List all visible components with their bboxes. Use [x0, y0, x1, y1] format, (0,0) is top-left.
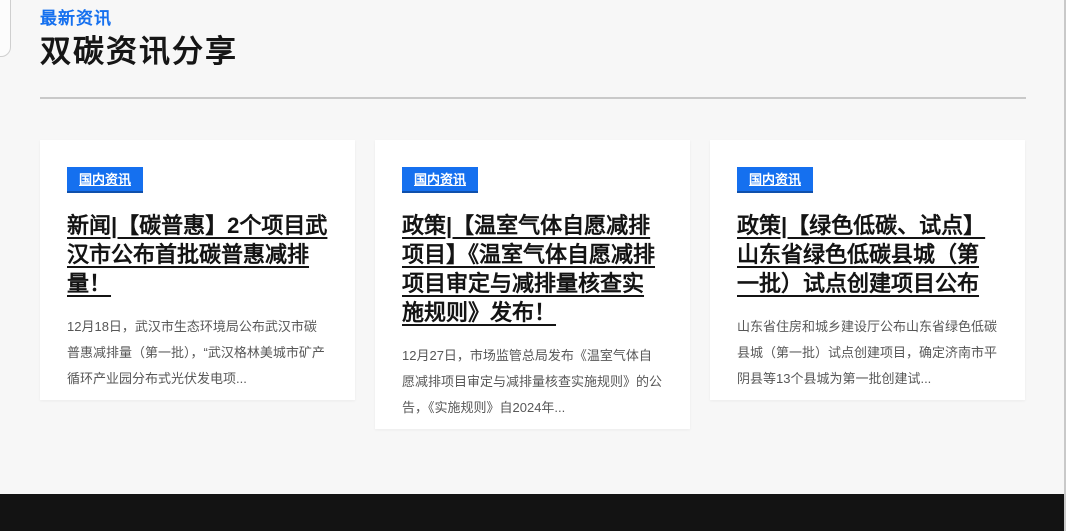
section-eyebrow: 最新资讯: [40, 8, 1026, 30]
article-title: 新闻|【碳普惠】2个项目武汉市公布首批碳普惠减排量！: [67, 211, 328, 298]
category-badge[interactable]: 国内资讯: [402, 167, 478, 193]
divider: [40, 97, 1026, 99]
article-title-link[interactable]: 政策|【绿色低碳、试点】山东省绿色低碳县城（第一批）试点创建项目公布: [737, 213, 985, 296]
category-badge[interactable]: 国内资讯: [737, 167, 813, 193]
article-title: 政策|【绿色低碳、试点】山东省绿色低碳县城（第一批）试点创建项目公布: [737, 211, 998, 298]
footer-bar: [0, 494, 1066, 531]
partial-corner-widget: [0, 0, 11, 57]
news-card-list: 国内资讯 新闻|【碳普惠】2个项目武汉市公布首批碳普惠减排量！ 12月18日，武…: [40, 140, 1025, 429]
section-header: 最新资讯 双碳资讯分享: [0, 0, 1066, 99]
article-title: 政策|【温室气体自愿减排项目】《温室气体自愿减排项目审定与减排量核查实施规则》发…: [402, 211, 663, 327]
article-title-link[interactable]: 新闻|【碳普惠】2个项目武汉市公布首批碳普惠减排量！: [67, 213, 327, 296]
article-excerpt: 12月27日，市场监管总局发布《温室气体自愿减排项目审定与减排量核查实施规则》的…: [402, 343, 663, 421]
article-excerpt: 山东省住房和城乡建设厅公布山东省绿色低碳县城（第一批）试点创建项目，确定济南市平…: [737, 314, 998, 392]
category-badge[interactable]: 国内资讯: [67, 167, 143, 193]
article-title-link[interactable]: 政策|【温室气体自愿减排项目】《温室气体自愿减排项目审定与减排量核查实施规则》发…: [402, 213, 655, 325]
page-title: 双碳资讯分享: [40, 34, 1026, 70]
news-card[interactable]: 国内资讯 新闻|【碳普惠】2个项目武汉市公布首批碳普惠减排量！ 12月18日，武…: [40, 140, 355, 400]
news-card[interactable]: 国内资讯 政策|【绿色低碳、试点】山东省绿色低碳县城（第一批）试点创建项目公布 …: [710, 140, 1025, 400]
article-excerpt: 12月18日，武汉市生态环境局公布武汉市碳普惠减排量（第一批），“武汉格林美城市…: [67, 314, 328, 392]
news-card[interactable]: 国内资讯 政策|【温室气体自愿减排项目】《温室气体自愿减排项目审定与减排量核查实…: [375, 140, 690, 429]
